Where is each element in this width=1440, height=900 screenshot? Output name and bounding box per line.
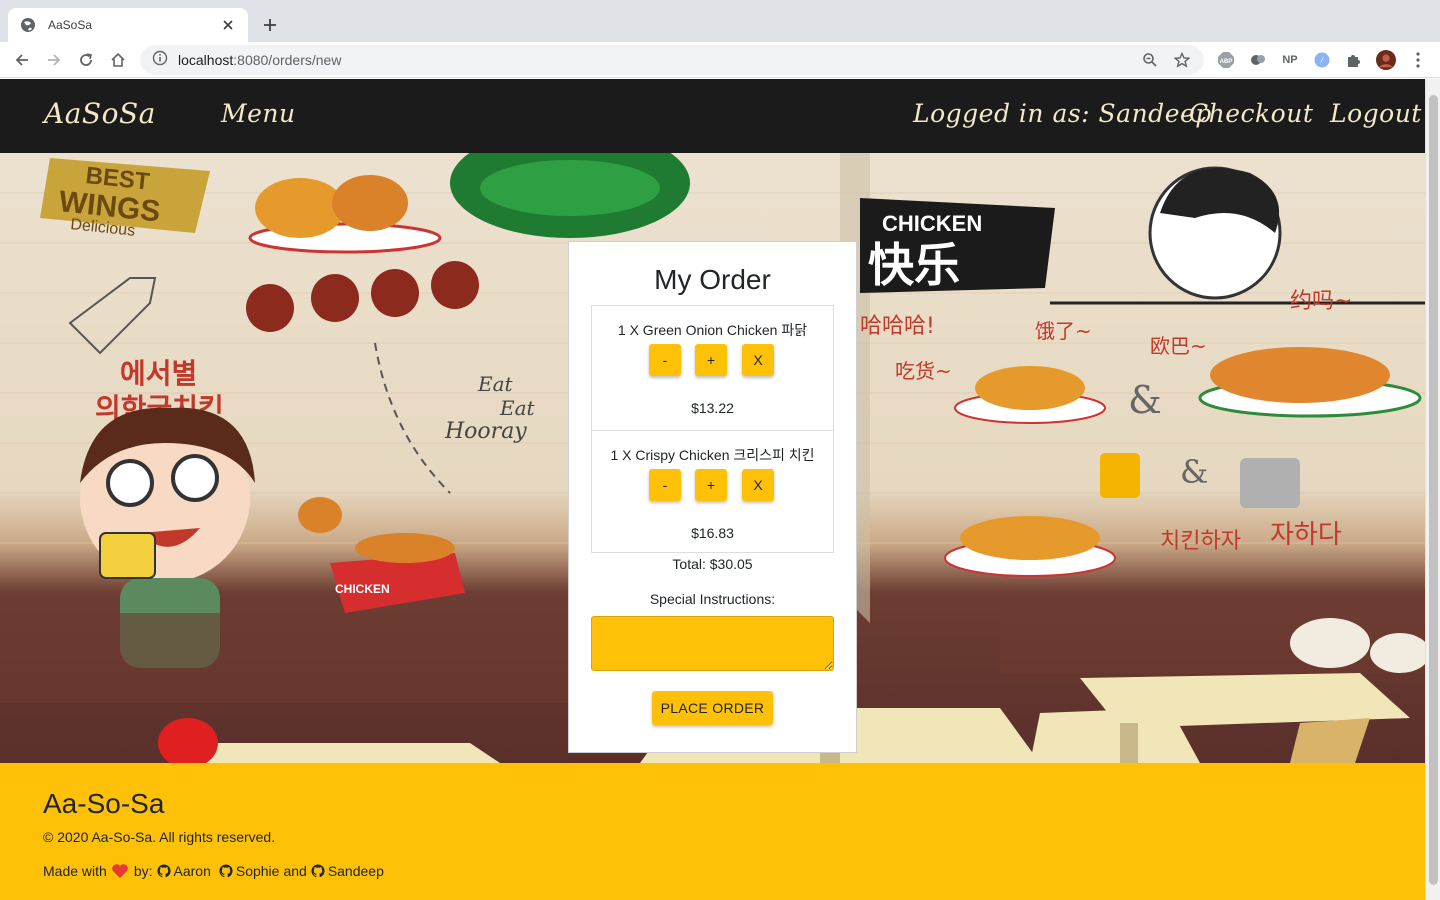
- svg-text:&: &: [1128, 378, 1162, 422]
- more-menu-icon[interactable]: [1408, 50, 1428, 70]
- remove-item-button[interactable]: X: [742, 344, 774, 376]
- order-item-name: 1 X Crispy Chicken 크리스피 치킨: [610, 447, 815, 463]
- url-host: localhost: [178, 52, 234, 68]
- reload-icon[interactable]: [74, 48, 98, 72]
- info-icon[interactable]: [152, 50, 168, 71]
- svg-text:Eat: Eat: [477, 372, 514, 396]
- svg-text:快乐: 快乐: [868, 238, 960, 292]
- remove-item-button[interactable]: X: [742, 469, 774, 501]
- order-total: Total: $30.05: [672, 556, 753, 572]
- special-instructions-label: Special Instructions:: [649, 591, 776, 607]
- footer-title: Aa-So-Sa: [43, 788, 165, 819]
- svg-text:吃货~: 吃货~: [895, 359, 952, 383]
- svg-text:치킨하자: 치킨하자: [1160, 529, 1241, 554]
- adblock-icon[interactable]: ABP: [1216, 50, 1236, 70]
- zoom-icon[interactable]: [1140, 50, 1160, 70]
- browser-tab-bar: AaSoSa: [0, 0, 1440, 42]
- svg-text:哈哈哈!: 哈哈哈!: [860, 314, 935, 339]
- footer-credits: Made with by: Aaron Sophie and Sandeep: [43, 863, 388, 879]
- author-link-aaron[interactable]: Aaron: [156, 863, 211, 879]
- np-extension-icon[interactable]: NP: [1280, 50, 1300, 70]
- extension-globe-icon[interactable]: [1248, 50, 1268, 70]
- heart-icon: [111, 863, 132, 879]
- svg-text:에서별: 에서별: [120, 357, 197, 390]
- address-bar[interactable]: localhost:8080/orders/new: [140, 45, 1204, 75]
- bookmark-star-icon[interactable]: [1172, 50, 1192, 70]
- footer-copyright: © 2020 Aa-So-Sa. All rights reserved.: [43, 829, 276, 845]
- forward-arrow-icon[interactable]: [42, 48, 66, 72]
- new-tab-plus-icon[interactable]: [258, 13, 282, 37]
- profile-avatar[interactable]: [1376, 50, 1396, 70]
- order-item-name: 1 X Green Onion Chicken 파닭: [617, 322, 808, 338]
- tab-title: AaSoSa: [48, 18, 93, 32]
- author-link-sandeep[interactable]: Sandeep: [311, 863, 384, 879]
- svg-text:Hooray: Hooray: [444, 419, 527, 444]
- github-icon: [156, 864, 174, 878]
- made-with-text: Made with: [43, 863, 107, 879]
- svg-text:ABP: ABP: [1220, 59, 1233, 65]
- nav-menu-link[interactable]: Menu: [221, 99, 296, 128]
- logged-in-user[interactable]: Logged in as: Sandeep: [913, 99, 1212, 128]
- puzzle-extensions-icon[interactable]: [1344, 50, 1364, 70]
- order-title: My Order: [654, 264, 771, 295]
- browser-tab[interactable]: AaSoSa: [8, 8, 248, 42]
- order-item: 1 X Green Onion Chicken 파닭 - + X $13.22: [592, 306, 833, 430]
- decrease-quantity-button[interactable]: -: [649, 469, 681, 501]
- svg-text:CHICKEN: CHICKEN: [882, 211, 982, 236]
- scrollbar-thumb[interactable]: [1429, 95, 1438, 885]
- svg-text:约吗~: 约吗~: [1290, 289, 1352, 314]
- order-items-list: 1 X Green Onion Chicken 파닭 - + X $13.22 …: [591, 305, 834, 553]
- author-name: Aaron: [173, 863, 211, 879]
- page-viewport: AaSoSa Menu Logged in as: Sandeep Checko…: [0, 79, 1425, 900]
- increase-quantity-button[interactable]: +: [695, 469, 727, 501]
- github-icon: [311, 864, 328, 878]
- close-icon[interactable]: [220, 17, 236, 33]
- url-text: localhost:8080/orders/new: [178, 52, 1128, 68]
- order-item-price: $13.22: [691, 400, 734, 416]
- nav-checkout-link[interactable]: Checkout: [1189, 99, 1313, 128]
- back-arrow-icon[interactable]: [10, 48, 34, 72]
- brand-logo[interactable]: AaSoSa: [44, 97, 156, 130]
- page-scrollbar[interactable]: [1425, 79, 1440, 900]
- home-icon[interactable]: [106, 48, 130, 72]
- and-text: and: [283, 863, 307, 879]
- my-order-card: My Order 1 X Green Onion Chicken 파닭 - + …: [568, 241, 857, 753]
- author-name: Sophie: [235, 863, 280, 879]
- svg-text:&: &: [1180, 453, 1208, 491]
- nav-logout-link[interactable]: Logout: [1330, 99, 1422, 128]
- increase-quantity-button[interactable]: +: [695, 344, 727, 376]
- github-icon: [219, 864, 236, 878]
- hero-background: BEST WINGS Delicious 에서별 의한국치킨 Eat Eat H…: [0, 153, 1425, 763]
- by-text: by:: [133, 863, 153, 879]
- site-footer: Aa-So-Sa © 2020 Aa-So-Sa. All rights res…: [0, 763, 1425, 900]
- site-navbar: AaSoSa Menu Logged in as: Sandeep Checko…: [0, 79, 1425, 153]
- special-instructions-input[interactable]: [591, 616, 834, 671]
- svg-text:饿了~: 饿了~: [1035, 319, 1092, 343]
- svg-text:자하다: 자하다: [1270, 520, 1342, 550]
- extension-compass-icon[interactable]: [1312, 50, 1332, 70]
- url-path: :8080/orders/new: [233, 52, 342, 68]
- svg-text:欧巴~: 欧巴~: [1150, 334, 1207, 358]
- place-order-button[interactable]: PLACE ORDER: [652, 691, 773, 725]
- author-link-sophie[interactable]: Sophie: [219, 863, 280, 879]
- order-item: 1 X Crispy Chicken 크리스피 치킨 - + X $16.83: [592, 430, 833, 554]
- decrease-quantity-button[interactable]: -: [649, 344, 681, 376]
- svg-text:Eat: Eat: [499, 396, 536, 420]
- browser-toolbar: localhost:8080/orders/new ABP NP: [0, 42, 1440, 78]
- author-name: Sandeep: [327, 863, 384, 879]
- globe-icon: [20, 17, 36, 33]
- best-wings-badge: BEST WINGS Delicious: [40, 158, 210, 240]
- order-item-price: $16.83: [691, 525, 734, 541]
- svg-text:CHICKEN: CHICKEN: [335, 582, 390, 596]
